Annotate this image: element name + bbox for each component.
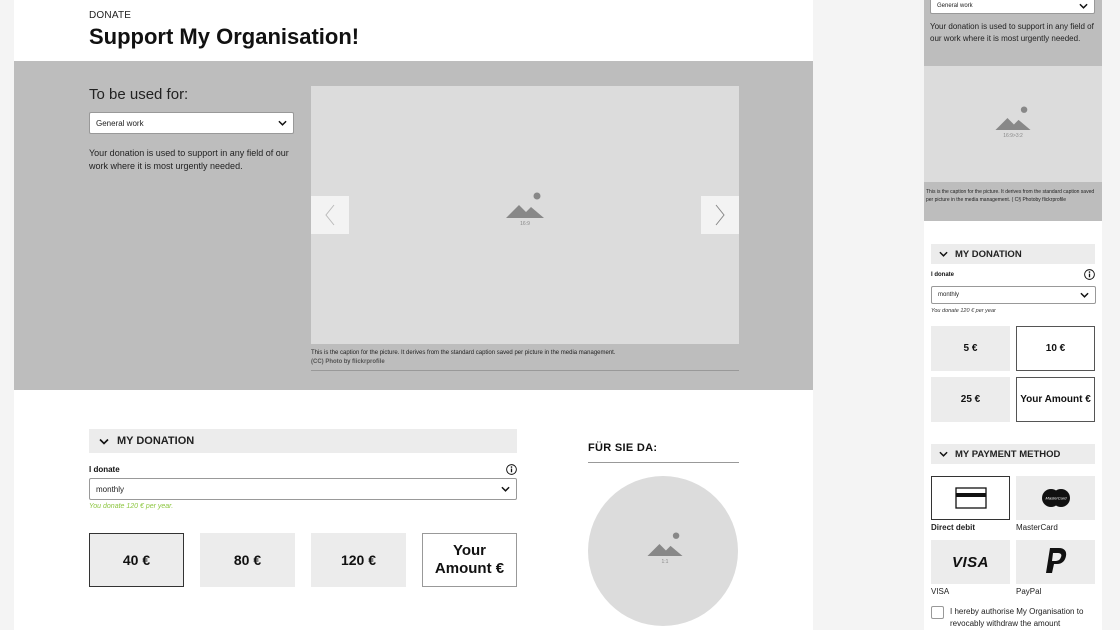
chevron-down-icon: [939, 451, 948, 457]
payment-mastercard[interactable]: MasterCard: [1016, 476, 1095, 520]
used-for-label: To be used for:: [89, 86, 189, 103]
mobile-image-ratio-label: 16:9>3:2: [1003, 133, 1023, 139]
i-donate-label: I donate: [89, 465, 120, 474]
payment-label-paypal: PayPal: [1016, 587, 1042, 596]
info-icon[interactable]: [1084, 269, 1095, 280]
consent-row: I hereby authorise My Organisation to re…: [931, 606, 1095, 630]
donation-section: MY DONATION I donate monthly You donate …: [89, 429, 517, 593]
amount-option-80[interactable]: 80 €: [200, 533, 295, 587]
payment-header-label: MY PAYMENT METHOD: [955, 448, 1061, 460]
mobile-donation-hint: You donate 120 € per year: [931, 308, 996, 314]
mastercard-logo-icon: MasterCard: [1041, 489, 1070, 507]
mobile-purpose-select-value: General work: [937, 3, 973, 9]
donation-hint: You donate 120 € per year.: [89, 503, 174, 510]
mobile-amount-option-5[interactable]: 5 €: [931, 326, 1010, 371]
donation-accordion-header[interactable]: MY DONATION: [89, 429, 517, 453]
mobile-purpose-description: Your donation is used to support in any …: [930, 22, 1094, 43]
purpose-band: To be used for: General work Your donati…: [14, 61, 813, 390]
payment-paypal[interactable]: [1016, 540, 1095, 584]
purpose-description: Your donation is used to support in any …: [89, 148, 289, 171]
payment-accordion-header[interactable]: MY PAYMENT METHOD: [931, 444, 1095, 464]
desktop-page: DONATE Support My Organisation! To be us…: [14, 0, 813, 630]
image-placeholder-icon: 1:1: [647, 532, 683, 565]
mobile-purpose-select[interactable]: General work: [930, 0, 1095, 14]
mobile-frequency-select[interactable]: monthly: [931, 286, 1096, 304]
chevron-right-icon: [715, 204, 725, 226]
chevron-down-icon: [1080, 292, 1089, 298]
mobile-frequency-select-value: monthly: [938, 292, 960, 298]
chevron-left-icon: [325, 204, 335, 226]
amount-option-40[interactable]: 40 €: [89, 533, 184, 587]
carousel-prev-button[interactable]: [311, 196, 349, 234]
image-carousel: 16:9: [311, 86, 739, 344]
amount-option-120[interactable]: 120 €: [311, 533, 406, 587]
paypal-logo-icon: [1045, 548, 1066, 573]
page-eyebrow: DONATE: [89, 10, 132, 21]
caption-credit: (CC) Photo by flickrprofile: [311, 358, 739, 367]
info-icon[interactable]: [506, 464, 517, 475]
carousel-next-button[interactable]: [701, 196, 739, 234]
image-placeholder-icon: 16:9: [506, 192, 544, 227]
mastercard-logo-text: MasterCard: [1045, 496, 1067, 501]
chevron-down-icon: [939, 251, 948, 257]
chevron-down-icon: [278, 120, 287, 126]
payment-direct-debit[interactable]: [931, 476, 1010, 520]
caption-text: This is the caption for the picture. It …: [311, 350, 616, 356]
credit-card-icon: [954, 487, 987, 509]
portrait-ratio-label: 1:1: [661, 559, 669, 565]
mobile-purpose-band: General work Your donation is used to su…: [924, 0, 1102, 221]
credit-by: by: [342, 359, 352, 365]
mobile-donation-accordion-header[interactable]: MY DONATION: [931, 244, 1095, 264]
carousel-caption: This is the caption for the picture. It …: [311, 349, 739, 371]
mobile-i-donate-label: I donate: [931, 271, 955, 278]
mobile-amount-option-25[interactable]: 25 €: [931, 377, 1010, 422]
payment-label-mastercard: MasterCard: [1016, 523, 1058, 532]
frequency-select[interactable]: monthly: [89, 478, 517, 500]
donation-header-label: MY DONATION: [117, 435, 195, 447]
chevron-down-icon: [1079, 3, 1088, 9]
mobile-custom-amount-button[interactable]: Your Amount €: [1016, 377, 1095, 422]
contact-sidebar: FÜR SIE DA: 1:1: [588, 442, 739, 626]
mobile-page: General work Your donation is used to su…: [924, 0, 1102, 630]
mobile-amount-option-10[interactable]: 10 €: [1016, 326, 1095, 371]
mobile-i-donate-row: I donate: [931, 269, 1095, 280]
image-placeholder-icon: 16:9>3:2: [995, 106, 1031, 139]
chevron-down-icon: [501, 486, 510, 492]
i-donate-row: I donate: [89, 464, 517, 475]
contact-title: FÜR SIE DA:: [588, 442, 739, 463]
mobile-donation-header-label: MY DONATION: [955, 248, 1022, 260]
payment-label-direct-debit: Direct debit: [931, 523, 976, 532]
credit-cc: (CC) Photo: [311, 359, 343, 365]
visa-logo-icon: VISA: [951, 553, 989, 571]
consent-checkbox[interactable]: [931, 606, 944, 619]
mobile-image: 16:9>3:2: [924, 66, 1102, 182]
chevron-down-icon: [99, 438, 109, 445]
purpose-select-value: General work: [96, 118, 144, 128]
credit-author[interactable]: flickrprofile: [352, 359, 385, 365]
payment-visa[interactable]: VISA: [931, 540, 1010, 584]
image-ratio-label: 16:9: [520, 221, 530, 227]
payment-label-visa: VISA: [931, 587, 950, 596]
mobile-caption: This is the caption for the picture. It …: [926, 189, 1095, 203]
purpose-select[interactable]: General work: [89, 112, 294, 134]
page-title: Support My Organisation!: [89, 24, 360, 49]
custom-amount-button[interactable]: Your Amount €: [422, 533, 517, 587]
contact-portrait: 1:1: [588, 476, 738, 626]
amount-options: 40 € 80 € 120 € Your Amount €: [89, 533, 517, 593]
frequency-select-value: monthly: [96, 484, 125, 494]
consent-text: I hereby authorise My Organisation to re…: [950, 607, 1084, 628]
